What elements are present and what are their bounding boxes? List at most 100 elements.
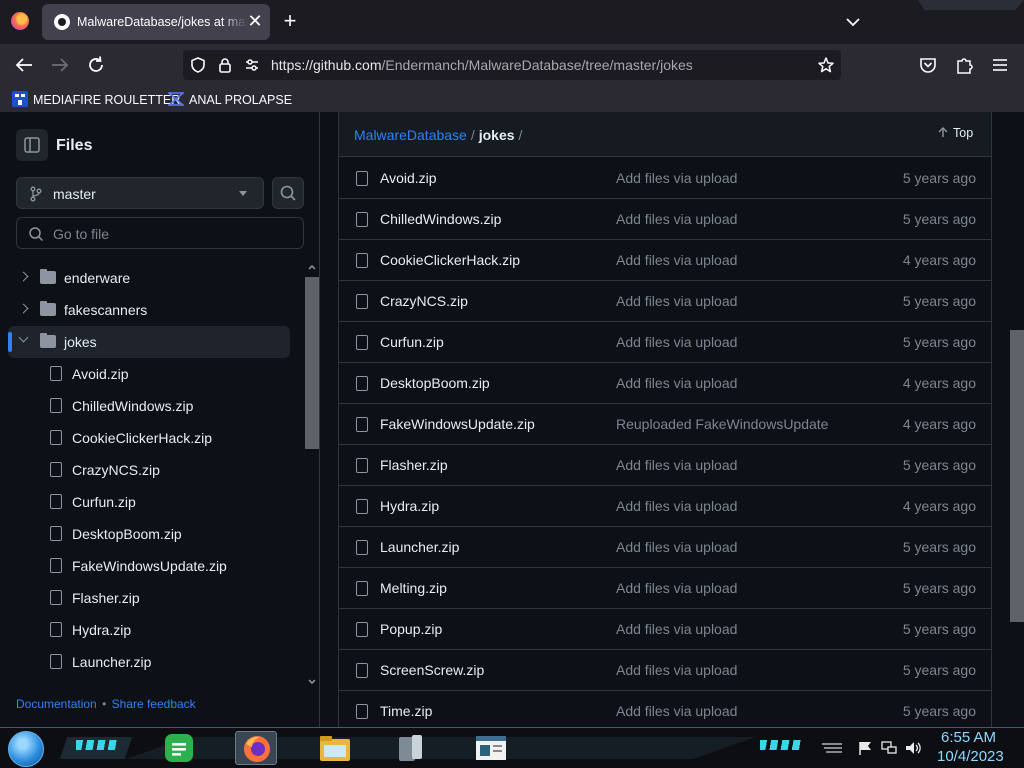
tree-item-label: ChilledWindows.zip	[72, 398, 194, 414]
url-text[interactable]: https://github.com/Endermanch/MalwareDat…	[271, 57, 693, 73]
tree-item-label: fakescanners	[64, 302, 148, 318]
file-name-link[interactable]: Popup.zip	[380, 621, 442, 637]
collapse-sidebar-button[interactable]	[16, 129, 48, 161]
footer-separator: •	[102, 697, 107, 711]
reload-icon[interactable]	[83, 53, 109, 77]
breadcrumb: MalwareDatabase / jokes /	[354, 127, 526, 143]
permissions-icon[interactable]	[243, 56, 261, 74]
file-icon	[356, 704, 368, 719]
tree-item-file[interactable]: CookieClickerHack.zip	[8, 422, 290, 454]
commit-message-link[interactable]: Add files via upload	[616, 662, 737, 678]
documentation-link[interactable]: Documentation	[16, 697, 97, 711]
file-name-link[interactable]: Curfun.zip	[380, 334, 444, 350]
git-branch-icon	[30, 186, 42, 202]
search-files-button[interactable]	[272, 177, 304, 209]
bookmark-star-icon[interactable]	[817, 56, 835, 74]
tree-item-file[interactable]: Hydra.zip	[8, 614, 290, 646]
start-orb-icon[interactable]	[8, 731, 44, 767]
tree-item-file[interactable]: ChilledWindows.zip	[8, 390, 290, 422]
chevron-right-icon[interactable]	[18, 271, 29, 282]
commit-message-link[interactable]: Add files via upload	[616, 539, 737, 555]
file-name-link[interactable]: CrazyNCS.zip	[380, 293, 468, 309]
commit-message-link[interactable]: Add files via upload	[616, 293, 737, 309]
clock-time[interactable]: 6:55 AM	[941, 729, 996, 746]
tree-item-file[interactable]: Flasher.zip	[8, 582, 290, 614]
chevron-right-icon[interactable]	[18, 303, 29, 314]
file-name-link[interactable]: Melting.zip	[380, 580, 447, 596]
file-name-link[interactable]: Flasher.zip	[380, 457, 448, 473]
file-name-link[interactable]: CookieClickerHack.zip	[380, 252, 520, 268]
forward-arrow-icon[interactable]	[47, 53, 73, 77]
tree-item-file[interactable]: Curfun.zip	[8, 486, 290, 518]
sidebar-scrollbar-thumb[interactable]	[305, 277, 319, 449]
tree-item-fakescanners[interactable]: fakescanners	[8, 294, 290, 326]
commit-message-link[interactable]: Add files via upload	[616, 621, 737, 637]
commit-message-link[interactable]: Add files via upload	[616, 703, 737, 719]
commit-message-link[interactable]: Add files via upload	[616, 457, 737, 473]
bookmark-second[interactable]: ANAL PROLAPSE	[168, 90, 292, 110]
file-icon	[50, 398, 62, 413]
firefox-icon	[244, 736, 270, 762]
file-icon	[356, 663, 368, 678]
tab-close-icon[interactable]: ✕	[244, 10, 266, 32]
action-center-flag-icon[interactable]	[857, 740, 873, 756]
table-row: Popup.zip Add files via upload 5 years a…	[339, 609, 991, 650]
file-name-link[interactable]: ChilledWindows.zip	[380, 211, 501, 227]
commit-message-link[interactable]: Add files via upload	[616, 498, 737, 514]
browser-tab-active[interactable]: MalwareDatabase/jokes at master ✕	[42, 4, 270, 40]
back-to-top-button[interactable]: Top	[937, 126, 973, 140]
page-scrollbar-thumb[interactable]	[1010, 330, 1024, 622]
hamburger-menu-icon[interactable]	[987, 53, 1013, 77]
folder-icon	[40, 301, 56, 316]
sidebar-toggle-icon	[24, 137, 40, 153]
file-name-link[interactable]: ScreenScrew.zip	[380, 662, 484, 678]
file-name-link[interactable]: FakeWindowsUpdate.zip	[380, 416, 535, 432]
extensions-puzzle-icon[interactable]	[951, 53, 977, 77]
tracking-protection-shield-icon[interactable]	[189, 56, 207, 74]
pocket-icon[interactable]	[915, 53, 941, 77]
breadcrumb-current: jokes	[478, 127, 515, 143]
tree-item-label: CrazyNCS.zip	[72, 462, 160, 478]
address-bar[interactable]: https://github.com/Endermanch/MalwareDat…	[183, 50, 841, 80]
new-tab-button[interactable]: +	[280, 10, 300, 34]
volume-icon[interactable]	[904, 740, 922, 756]
file-name-link[interactable]: Time.zip	[380, 703, 432, 719]
commit-message-link[interactable]: Add files via upload	[616, 375, 737, 391]
commit-message-link[interactable]: Add files via upload	[616, 211, 737, 227]
tree-item-file[interactable]: Avoid.zip	[8, 358, 290, 390]
lock-icon[interactable]	[216, 56, 234, 74]
taskbar-app-firefox[interactable]	[235, 731, 277, 765]
tree-item-jokes[interactable]: jokes	[8, 326, 290, 358]
commit-message-link[interactable]: Add files via upload	[616, 252, 737, 268]
taskbar-app-explorer[interactable]	[314, 731, 356, 765]
table-row: Avoid.zip Add files via upload 5 years a…	[339, 158, 991, 199]
taskbar-app-feedly[interactable]	[158, 731, 200, 765]
tree-item-file[interactable]: FakeWindowsUpdate.zip	[8, 550, 290, 582]
commit-message-link[interactable]: Add files via upload	[616, 580, 737, 596]
file-name-link[interactable]: DesktopBoom.zip	[380, 375, 490, 391]
back-arrow-icon[interactable]	[11, 53, 37, 77]
tree-item-file[interactable]: Launcher.zip	[8, 646, 290, 678]
commit-message-link[interactable]: Add files via upload	[616, 170, 737, 186]
file-name-link[interactable]: Hydra.zip	[380, 498, 439, 514]
firefox-menu-icon[interactable]	[11, 12, 29, 30]
commit-message-link[interactable]: Add files via upload	[616, 334, 737, 350]
taskbar-app-recycle[interactable]	[388, 731, 430, 765]
tree-item-file[interactable]: DesktopBoom.zip	[8, 518, 290, 550]
network-icon[interactable]	[880, 740, 898, 756]
taskbar-app-notepad[interactable]	[470, 731, 512, 765]
file-name-link[interactable]: Launcher.zip	[380, 539, 459, 555]
show-hidden-icons-icon[interactable]	[820, 741, 844, 755]
file-name-link[interactable]: Avoid.zip	[380, 170, 437, 186]
breadcrumb-repo-link[interactable]: MalwareDatabase	[354, 127, 467, 143]
bookmark-mediafire[interactable]: MEDIAFIRE ROULETTER	[12, 90, 180, 110]
commit-message-link[interactable]: Reuploaded FakeWindowsUpdate	[616, 416, 828, 432]
tree-item-file[interactable]: CrazyNCS.zip	[8, 454, 290, 486]
list-all-tabs-icon[interactable]	[843, 13, 863, 31]
tree-item-enderware[interactable]: enderware	[8, 262, 290, 294]
share-feedback-link[interactable]: Share feedback	[112, 697, 196, 711]
go-to-file-input[interactable]: Go to file	[16, 217, 304, 249]
branch-selector[interactable]: master	[16, 177, 264, 209]
chevron-down-icon[interactable]	[18, 332, 29, 343]
clock-date[interactable]: 10/4/2023	[937, 748, 1004, 765]
